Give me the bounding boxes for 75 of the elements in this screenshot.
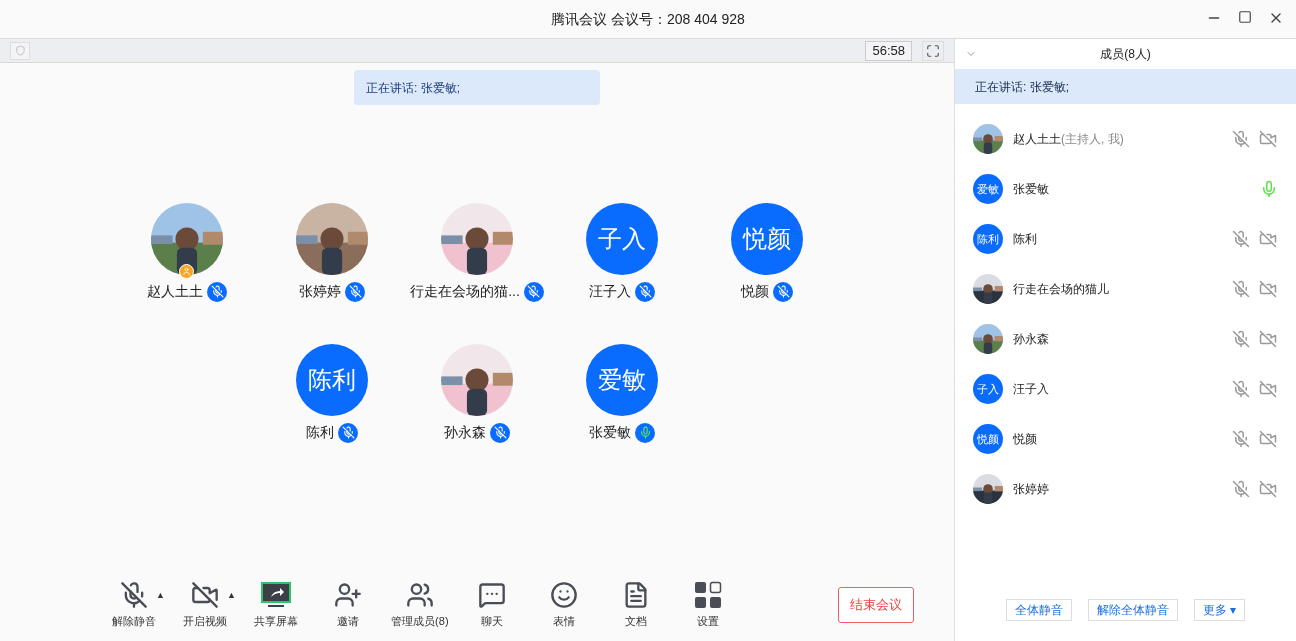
member-name: 悦颜 [1013, 431, 1037, 448]
member-row[interactable]: 张婷婷 [955, 464, 1296, 514]
camera-off-icon[interactable] [1258, 430, 1278, 448]
member-name: 汪子入 [1013, 381, 1049, 398]
member-name: 赵人土土(主持人, 我) [1013, 131, 1124, 148]
participant-name: 汪子入 [589, 282, 631, 301]
toolbar-button[interactable]: 设置 [671, 580, 744, 630]
member-row[interactable]: 陈利 陈利 [955, 214, 1296, 264]
avatar: 子入 [586, 203, 658, 275]
member-name: 张婷婷 [1013, 481, 1049, 498]
end-meeting-button[interactable]: 结束会议 [838, 587, 914, 623]
mic-off-icon[interactable] [1232, 230, 1250, 248]
member-row[interactable]: 子入 汪子入 [955, 364, 1296, 414]
screen-share-icon [259, 580, 292, 609]
participant-name: 行走在会场的猫... [410, 282, 520, 301]
participant-name: 张婷婷 [299, 282, 341, 301]
member-row[interactable]: 爱敏 张爱敏 [955, 164, 1296, 214]
caret-icon[interactable]: ▲ [156, 588, 165, 603]
member-name: 行走在会场的猫儿 [1013, 281, 1109, 298]
chat-icon [477, 580, 506, 609]
toolbar-button[interactable]: 共享屏幕 [239, 580, 312, 630]
toolbar-button[interactable]: 管理成员(8) [383, 580, 456, 630]
add-user-icon [333, 580, 362, 609]
mic-off-icon[interactable] [1232, 480, 1250, 498]
toolbar-button[interactable]: 表情 [527, 580, 600, 630]
member-row[interactable]: 悦颜 悦颜 [955, 414, 1296, 464]
camera-off-icon[interactable] [1258, 330, 1278, 348]
toolbar-button[interactable]: 文档 [599, 580, 672, 630]
camera-off-icon[interactable] [1258, 380, 1278, 398]
camera-off-icon[interactable] [1258, 480, 1278, 498]
participant-name: 孙永森 [444, 423, 486, 442]
meeting-timer: 56:58 [865, 40, 912, 61]
mic-icon[interactable] [1260, 180, 1278, 198]
mic-off-icon [120, 580, 148, 609]
participant-name: 张爱敏 [589, 423, 631, 442]
avatar: 陈利 [296, 344, 368, 416]
member-row[interactable]: 行走在会场的猫儿 [955, 264, 1296, 314]
mic-off-icon[interactable] [1232, 280, 1250, 298]
avatar: 爱敏 [586, 344, 658, 416]
avatar: 爱敏 [973, 174, 1003, 204]
avatar: 陈利 [973, 224, 1003, 254]
window-title: 腾讯会议 会议号：208 404 928 [551, 9, 745, 29]
mic-off-icon[interactable] [1232, 380, 1250, 398]
participant-name: 陈利 [306, 423, 334, 442]
member-name: 陈利 [1013, 231, 1037, 248]
avatar: 子入 [973, 374, 1003, 404]
speaking-banner: 正在讲话: 张爱敏; [955, 69, 1296, 104]
avatar: 悦颜 [731, 203, 803, 275]
grid-icon [693, 580, 722, 609]
member-row[interactable]: 赵人土土(主持人, 我) [955, 114, 1296, 164]
speaking-banner: 正在讲话: 张爱敏; [354, 70, 600, 105]
panel-title: 成员(8人) [1100, 46, 1152, 63]
users-icon [405, 580, 434, 609]
smiley-icon [549, 580, 578, 609]
camera-off-icon [190, 580, 219, 609]
toolbar-button[interactable]: 聊天 [455, 580, 528, 630]
toolbar-button[interactable]: 邀请 [311, 580, 384, 630]
participant-name: 赵人土土 [147, 282, 203, 301]
caret-icon[interactable]: ▲ [226, 588, 236, 603]
member-row[interactable]: 孙永森 [955, 314, 1296, 364]
mic-off-icon[interactable] [1232, 130, 1250, 148]
action-button[interactable]: 全体静音 [1005, 599, 1072, 621]
mic-off-icon[interactable] [1232, 330, 1250, 348]
action-button[interactable]: 解除全体静音 [1087, 599, 1178, 621]
participant-name: 悦颜 [741, 282, 769, 301]
fullscreen-icon[interactable] [922, 40, 944, 61]
camera-off-icon[interactable] [1258, 130, 1278, 148]
maximize-icon[interactable] [1238, 10, 1252, 24]
member-name: 孙永森 [1013, 331, 1049, 348]
more-menu-button[interactable]: 更多 ▾ [1193, 599, 1246, 621]
member-name: 张爱敏 [1013, 181, 1049, 198]
camera-off-icon[interactable] [1258, 280, 1278, 298]
camera-off-icon[interactable] [1258, 230, 1278, 248]
avatar: 悦颜 [973, 424, 1003, 454]
mic-off-icon[interactable] [1232, 430, 1250, 448]
